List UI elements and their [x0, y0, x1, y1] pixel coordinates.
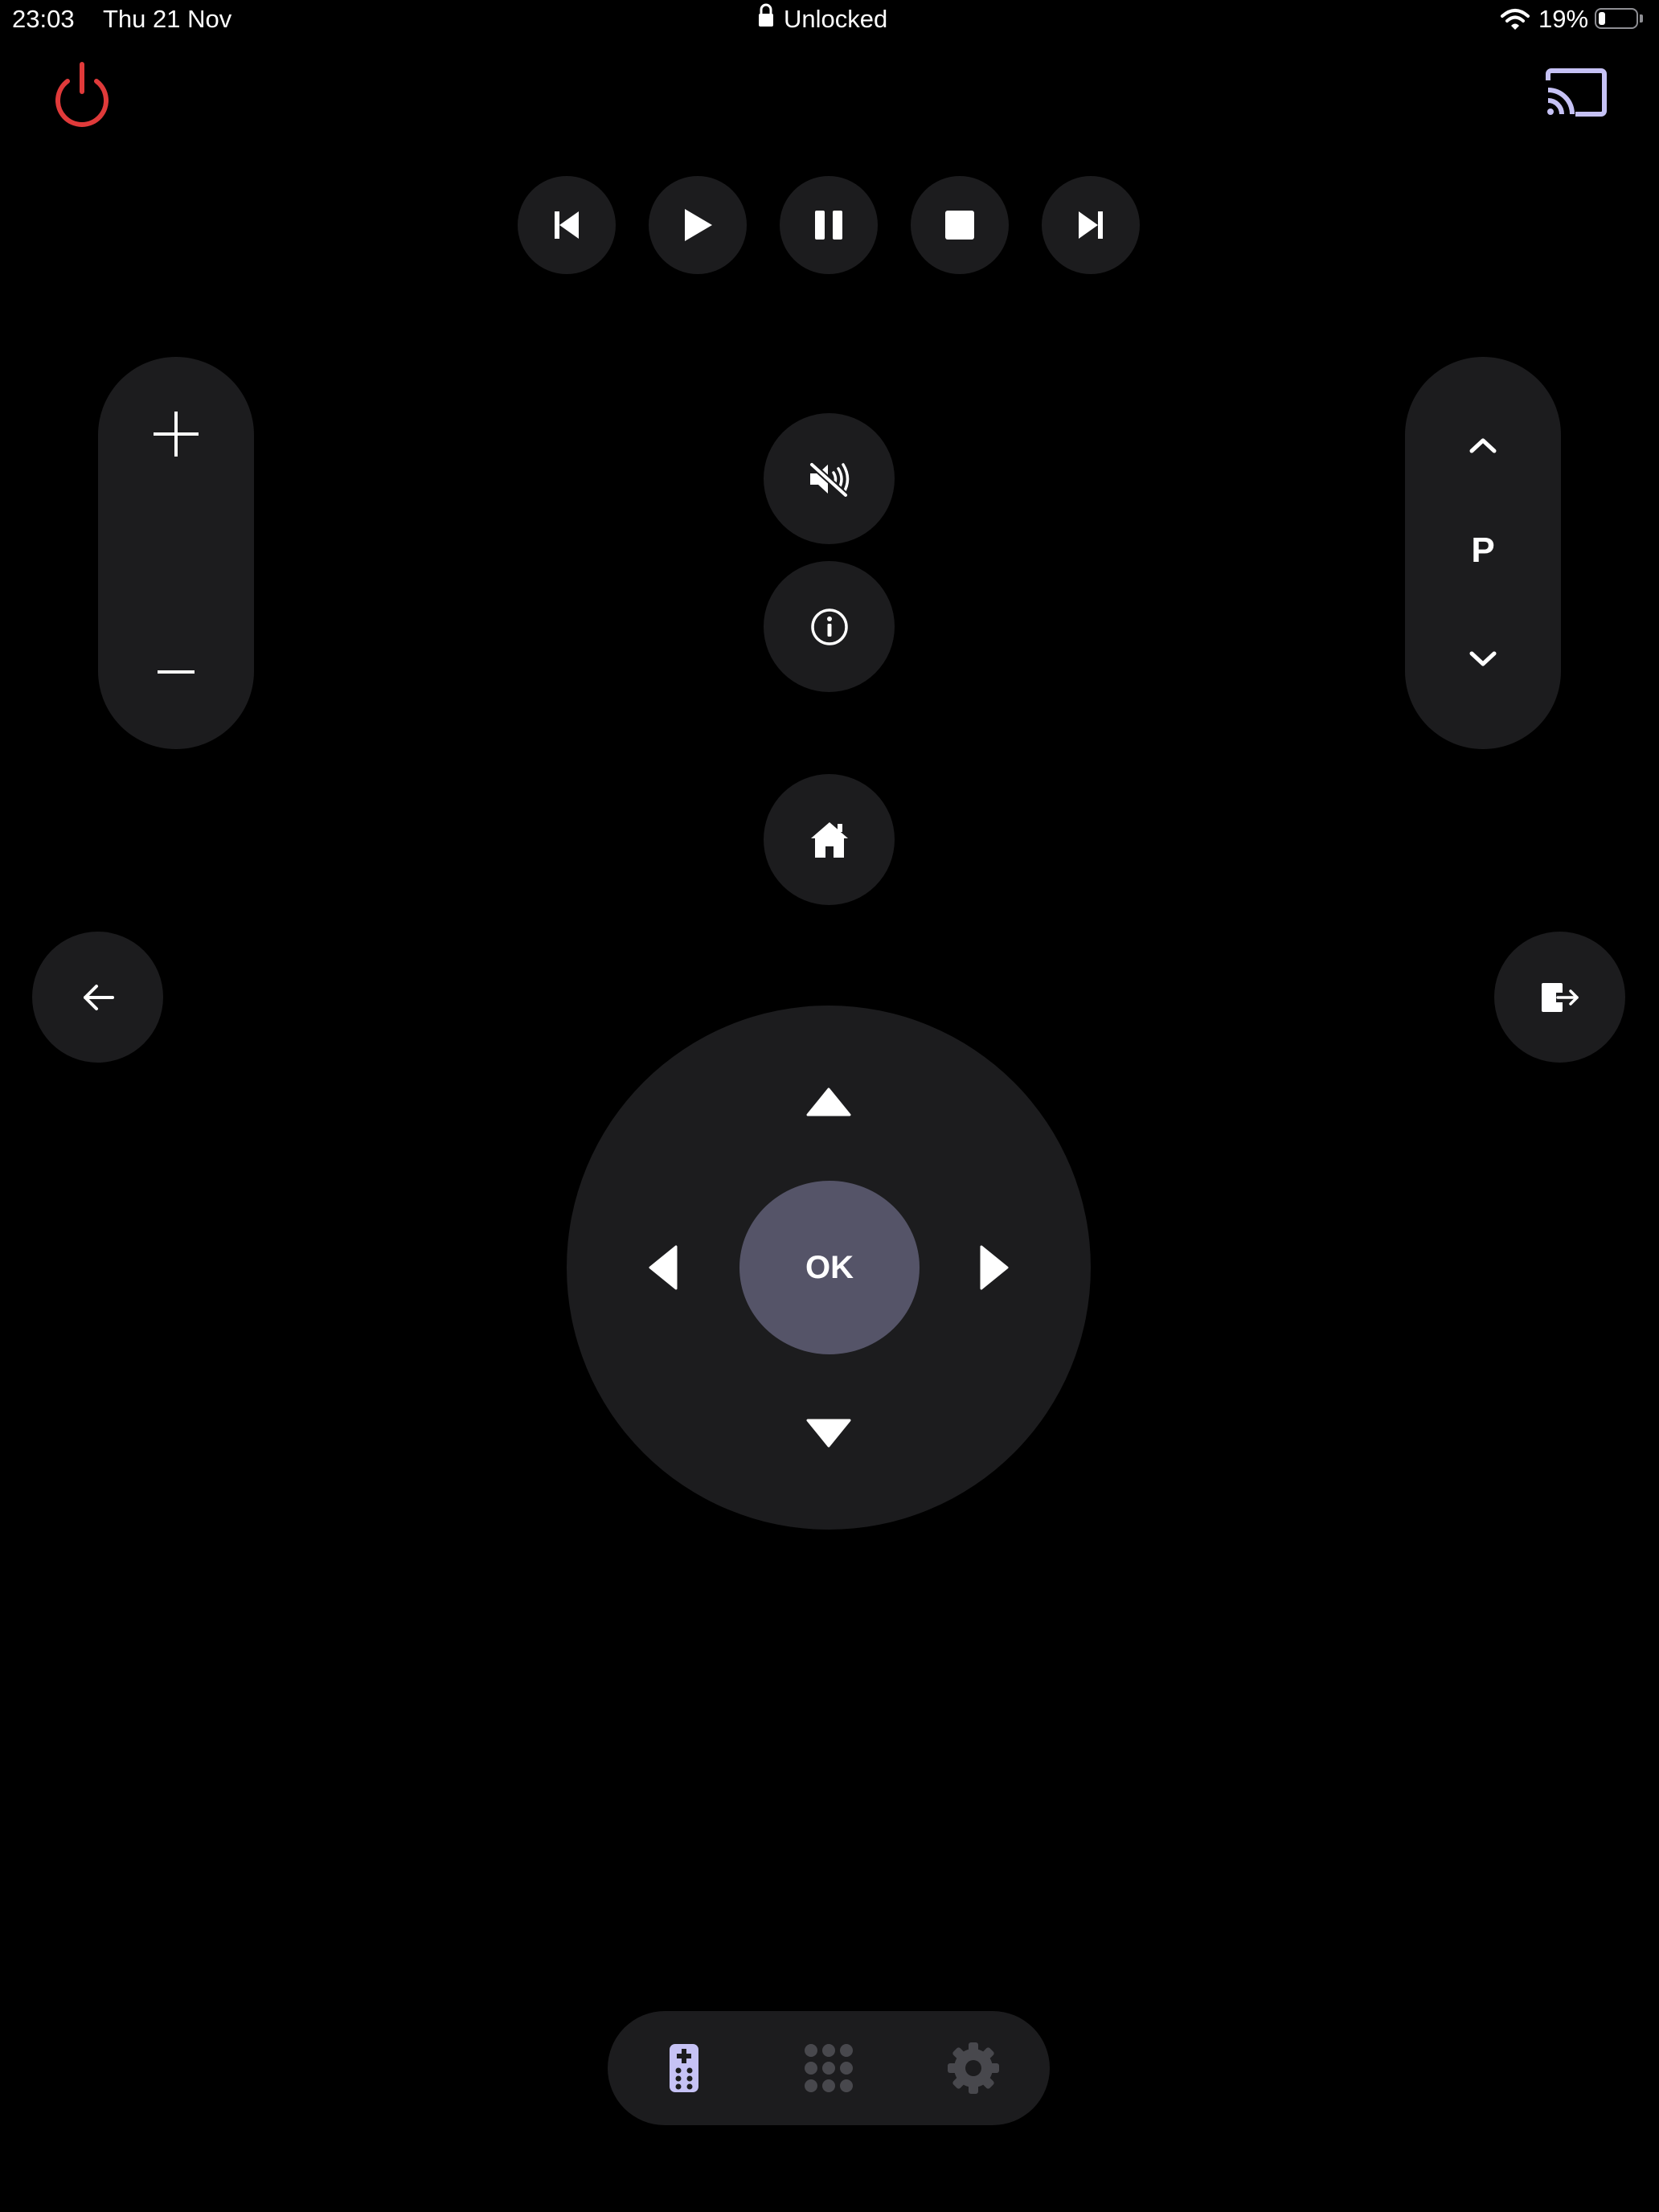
- keypad-icon: [805, 2044, 853, 2092]
- exit-icon: [1541, 982, 1579, 1012]
- play-icon: [685, 209, 712, 241]
- play-button[interactable]: [649, 176, 747, 274]
- home-button[interactable]: [764, 774, 895, 905]
- battery-cap: [1640, 14, 1643, 23]
- power-icon: [55, 62, 109, 127]
- dpad-up-button[interactable]: [764, 1054, 893, 1150]
- stop-icon: [945, 211, 974, 240]
- ok-button[interactable]: OK: [739, 1181, 920, 1354]
- info-icon: [810, 608, 848, 645]
- volume-up-button[interactable]: [98, 357, 254, 553]
- cast-icon: [1546, 68, 1607, 117]
- status-date: Thu 21 Nov: [103, 5, 232, 33]
- power-button[interactable]: [50, 59, 114, 127]
- chevron-up-icon: [1469, 438, 1497, 453]
- home-icon: [810, 821, 848, 858]
- mute-icon: [809, 461, 849, 497]
- back-button[interactable]: [32, 932, 163, 1063]
- tab-keypad[interactable]: [784, 2024, 873, 2112]
- skip-next-button[interactable]: [1042, 176, 1140, 274]
- remote-icon: [670, 2044, 698, 2092]
- cast-button[interactable]: [1543, 66, 1609, 119]
- skip-previous-button[interactable]: [518, 176, 616, 274]
- triangle-up-icon: [806, 1088, 851, 1116]
- pause-button[interactable]: [780, 176, 878, 274]
- channel-label: P: [1471, 530, 1495, 570]
- skip-next-icon: [1079, 211, 1103, 239]
- channel-up-button[interactable]: [1405, 405, 1561, 485]
- gear-icon: [948, 2042, 999, 2094]
- volume-down-button[interactable]: [98, 553, 254, 749]
- battery-percent: 19%: [1538, 5, 1589, 33]
- channel-rocker: P: [1405, 357, 1561, 749]
- pause-icon: [815, 211, 842, 240]
- mute-button[interactable]: [764, 413, 895, 544]
- bottom-nav: [608, 2011, 1050, 2125]
- dpad-down-button[interactable]: [764, 1385, 893, 1481]
- dpad: OK: [567, 1006, 1091, 1530]
- skip-previous-icon: [555, 211, 579, 239]
- channel-down-button[interactable]: [1405, 619, 1561, 699]
- info-button[interactable]: [764, 561, 895, 692]
- tab-remote[interactable]: [640, 2024, 728, 2112]
- dpad-right-button[interactable]: [946, 1203, 1043, 1332]
- status-lock-label: Unlocked: [784, 5, 888, 33]
- exit-button[interactable]: [1494, 932, 1625, 1063]
- status-time: 23:03: [12, 5, 75, 33]
- triangle-left-icon: [649, 1245, 678, 1290]
- dpad-left-button[interactable]: [615, 1203, 711, 1332]
- lock-icon: [757, 3, 775, 29]
- triangle-down-icon: [806, 1419, 851, 1448]
- tab-settings[interactable]: [929, 2024, 1018, 2112]
- volume-rocker: [98, 357, 254, 749]
- plus-icon: [154, 412, 199, 457]
- wifi-icon: [1500, 8, 1530, 31]
- ok-label: OK: [805, 1249, 854, 1285]
- stop-button[interactable]: [911, 176, 1009, 274]
- minus-icon: [158, 670, 195, 674]
- battery-icon: [1595, 8, 1638, 29]
- arrow-left-icon: [83, 984, 114, 1010]
- triangle-right-icon: [980, 1245, 1009, 1290]
- chevron-down-icon: [1469, 651, 1497, 666]
